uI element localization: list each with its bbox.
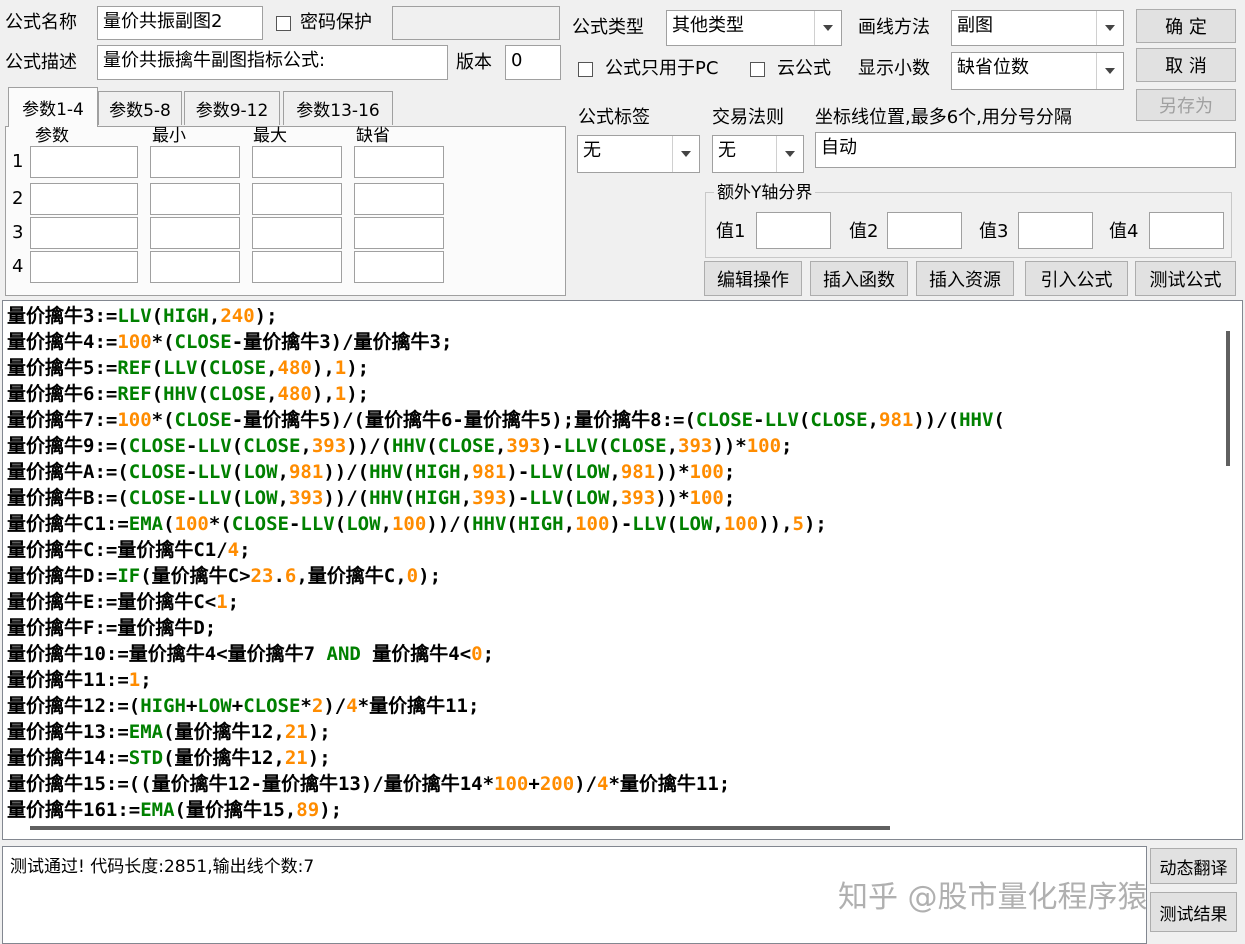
param-header-max: 最大 — [253, 126, 287, 146]
formula-name-label: 公式名称 — [5, 12, 77, 33]
param-1-min[interactable] — [150, 146, 240, 178]
import-formula-button[interactable]: 引入公式 — [1025, 261, 1128, 296]
param-row-3-label: 3 — [12, 222, 24, 243]
y-value-3-input[interactable] — [1018, 212, 1093, 249]
chevron-down-icon[interactable] — [776, 136, 803, 172]
cloud-label: 云公式 — [777, 58, 831, 79]
axis-position-input[interactable]: 自动 — [815, 132, 1236, 168]
decimals-label: 显示小数 — [858, 58, 930, 79]
formula-type-label: 公式类型 — [572, 17, 644, 38]
pc-only-checkbox[interactable] — [578, 62, 593, 77]
param-1-max[interactable] — [252, 146, 342, 178]
pc-only-label: 公式只用于PC — [605, 58, 719, 79]
tab-params-9-12[interactable]: 参数9-12 — [184, 91, 280, 125]
param-2-min[interactable] — [150, 183, 240, 215]
horizontal-scrollbar[interactable] — [30, 826, 890, 830]
param-4-min[interactable] — [150, 251, 240, 283]
param-header-name: 参数 — [35, 126, 69, 146]
vertical-scrollbar[interactable] — [1226, 331, 1230, 466]
decimals-value: 缺省位数 — [957, 57, 1029, 78]
draw-method-select[interactable]: 副图 — [951, 10, 1124, 46]
param-row-4-label: 4 — [12, 256, 24, 277]
code-text: 量价擒牛3:=LLV(HIGH,240); 量价擒牛4:=100*(CLOSE-… — [7, 305, 1005, 821]
version-input[interactable]: 0 — [505, 45, 561, 80]
y-value-1-label: 值1 — [716, 221, 746, 242]
test-result-button[interactable]: 测试结果 — [1150, 892, 1237, 932]
formula-tag-label: 公式标签 — [578, 107, 650, 128]
y-value-4-label: 值4 — [1109, 221, 1139, 242]
trade-rule-value: 无 — [718, 140, 736, 161]
param-2-default[interactable] — [354, 183, 444, 215]
formula-type-select[interactable]: 其他类型 — [666, 10, 842, 46]
tab-params-1-4[interactable]: 参数1-4 — [8, 87, 98, 127]
formula-desc-label: 公式描述 — [5, 52, 77, 73]
password-label: 密码保护 — [300, 12, 372, 33]
password-input[interactable] — [392, 6, 560, 40]
test-formula-button[interactable]: 测试公式 — [1135, 261, 1236, 296]
param-1-name[interactable] — [30, 146, 138, 178]
y-value-4-input[interactable] — [1149, 212, 1224, 249]
formula-desc-input[interactable]: 量价共振擒牛副图指标公式: — [97, 45, 448, 80]
chevron-down-icon[interactable] — [672, 136, 699, 172]
param-3-default[interactable] — [354, 217, 444, 249]
cloud-checkbox[interactable] — [750, 62, 765, 77]
param-header-min: 最小 — [152, 126, 186, 146]
ok-button[interactable]: 确 定 — [1136, 9, 1236, 43]
y-value-3-label: 值3 — [979, 221, 1009, 242]
formula-tag-value: 无 — [583, 140, 601, 161]
formula-name-input[interactable]: 量价共振副图2 — [97, 6, 263, 40]
tab-params-13-16[interactable]: 参数13-16 — [283, 91, 393, 125]
save-as-button[interactable]: 另存为 — [1136, 89, 1236, 121]
watermark: 知乎 @股市量化程序猿 — [838, 880, 1148, 915]
param-2-max[interactable] — [252, 183, 342, 215]
chevron-down-icon[interactable] — [1096, 53, 1123, 89]
param-1-default[interactable] — [354, 146, 444, 178]
code-editor[interactable]: 量价擒牛3:=LLV(HIGH,240); 量价擒牛4:=100*(CLOSE-… — [2, 300, 1243, 840]
param-4-max[interactable] — [252, 251, 342, 283]
param-2-name[interactable] — [30, 183, 138, 215]
chevron-down-icon[interactable] — [1096, 11, 1123, 45]
param-row-1-label: 1 — [12, 151, 24, 172]
insert-function-button[interactable]: 插入函数 — [810, 261, 908, 296]
param-3-name[interactable] — [30, 217, 138, 249]
insert-resource-button[interactable]: 插入资源 — [916, 261, 1014, 296]
y-value-2-label: 值2 — [849, 221, 879, 242]
extra-y-axis-label: 额外Y轴分界 — [714, 181, 816, 205]
axis-position-label: 坐标线位置,最多6个,用分号分隔 — [815, 107, 1072, 128]
param-4-default[interactable] — [354, 251, 444, 283]
param-3-max[interactable] — [252, 217, 342, 249]
param-3-min[interactable] — [150, 217, 240, 249]
trade-rule-label: 交易法则 — [712, 107, 784, 128]
formula-tag-select[interactable]: 无 — [577, 135, 700, 173]
draw-method-label: 画线方法 — [858, 17, 930, 38]
decimals-select[interactable]: 缺省位数 — [951, 52, 1124, 90]
param-header-default: 缺省 — [356, 126, 390, 146]
dynamic-translate-button[interactable]: 动态翻译 — [1150, 848, 1237, 884]
password-checkbox[interactable] — [276, 16, 291, 31]
draw-method-value: 副图 — [957, 15, 993, 36]
chevron-down-icon[interactable] — [814, 11, 841, 45]
formula-type-value: 其他类型 — [672, 15, 744, 36]
tab-params-5-8[interactable]: 参数5-8 — [98, 91, 182, 125]
cancel-button[interactable]: 取 消 — [1136, 48, 1236, 82]
y-value-2-input[interactable] — [887, 212, 962, 249]
status-text: 测试通过! 代码长度:2851,输出线个数:7 — [10, 857, 315, 877]
param-row-2-label: 2 — [12, 188, 24, 209]
edit-ops-button[interactable]: 编辑操作 — [704, 261, 802, 296]
trade-rule-select[interactable]: 无 — [712, 135, 804, 173]
y-value-1-input[interactable] — [756, 212, 831, 249]
param-4-name[interactable] — [30, 251, 138, 283]
version-label: 版本 — [456, 52, 492, 73]
